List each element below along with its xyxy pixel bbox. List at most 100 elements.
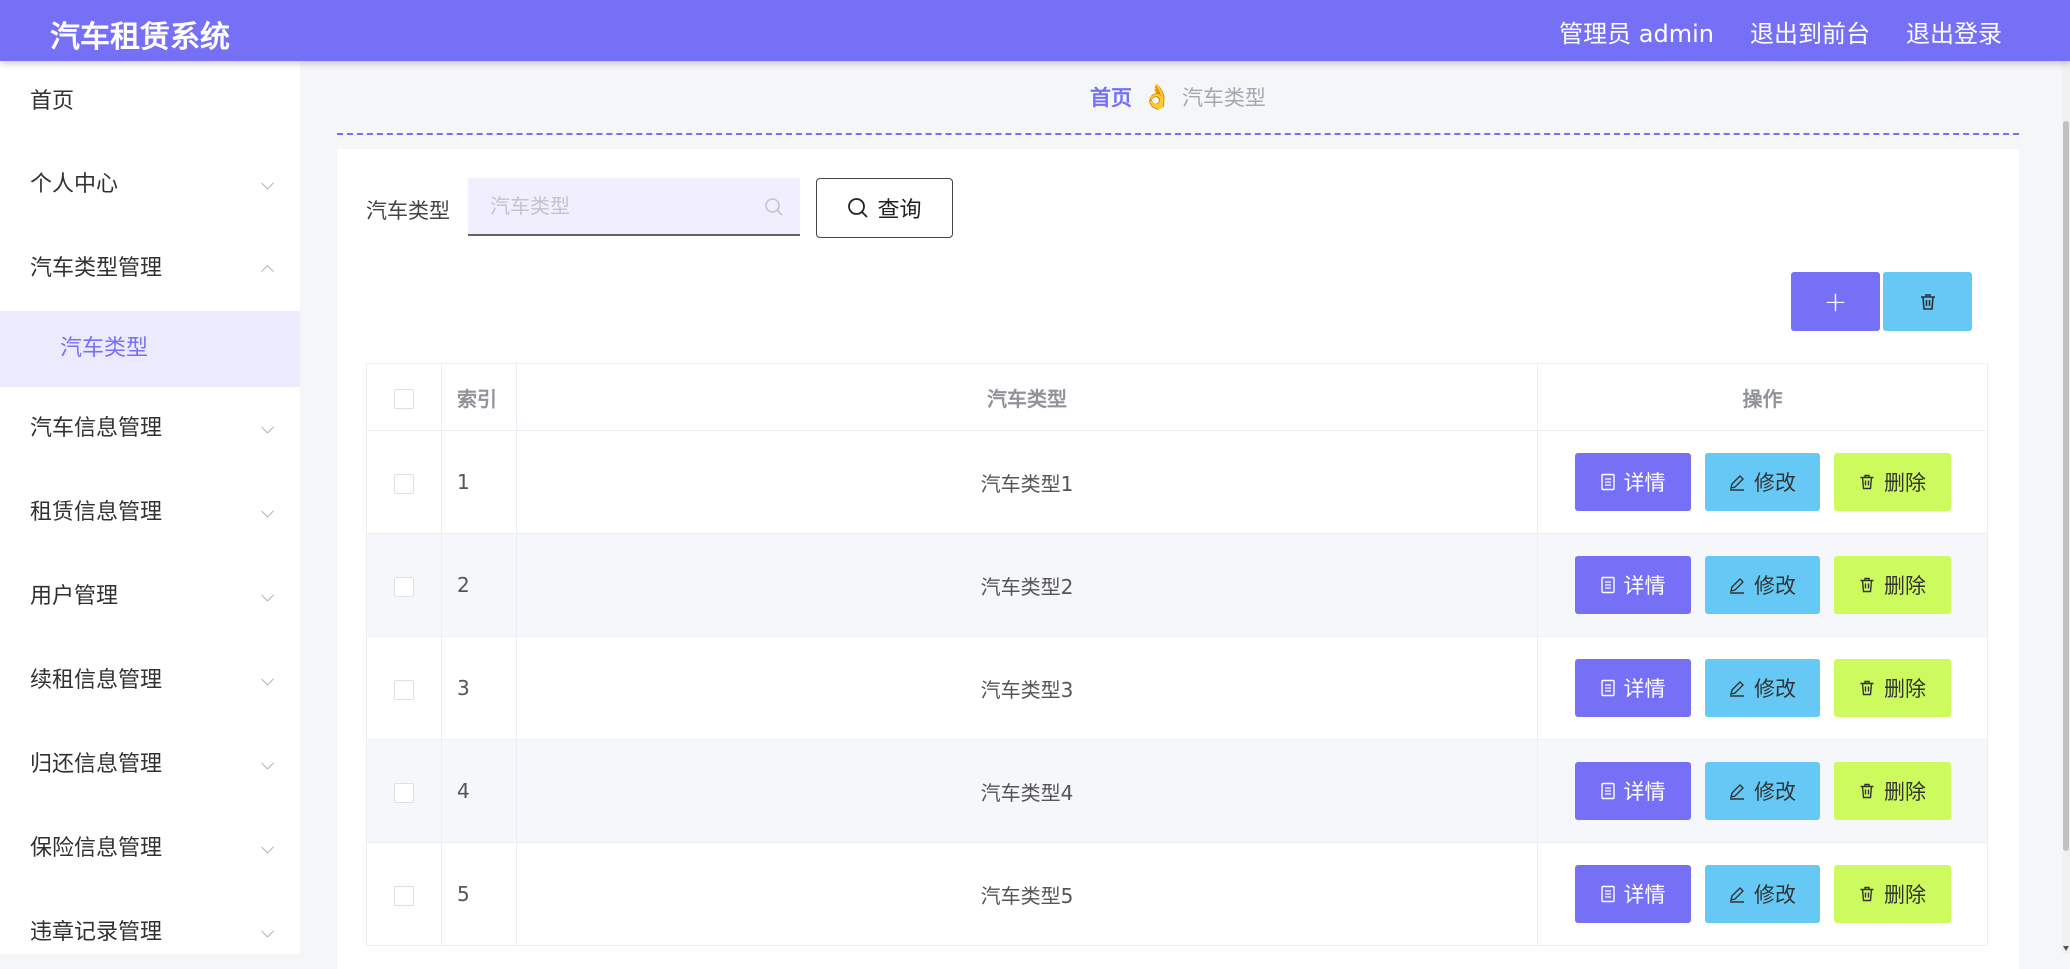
- sidebar-item-rental-info-management[interactable]: 租赁信息管理: [0, 471, 300, 555]
- edit-button-label: 修改: [1754, 471, 1796, 495]
- edit-button[interactable]: 修改: [1704, 453, 1820, 511]
- edit-button-label: 修改: [1754, 574, 1796, 598]
- breadcrumb-home[interactable]: 首页: [1090, 82, 1132, 112]
- delete-button[interactable]: 删除: [1833, 556, 1951, 614]
- row-checkbox[interactable]: [394, 576, 414, 597]
- sidebar-item-home[interactable]: 首页: [0, 61, 300, 143]
- row-operations: 详情 修改 删除: [1537, 430, 1988, 534]
- search-icon: [765, 198, 783, 216]
- row-operations: 详情 修改 删除: [1537, 533, 1988, 637]
- row-index: 2: [441, 533, 517, 637]
- row-checkbox[interactable]: [394, 885, 414, 906]
- sidebar-item-car-info-management[interactable]: 汽车信息管理: [0, 387, 300, 471]
- detail-button[interactable]: 详情: [1574, 865, 1691, 923]
- row-car-type: 汽车类型5: [516, 842, 1538, 946]
- detail-button-label: 详情: [1623, 471, 1666, 495]
- sidebar-item-label: 汽车信息管理: [30, 416, 163, 441]
- chevron-down-icon: [261, 504, 274, 518]
- plus-icon: +: [1823, 284, 1848, 318]
- row-select-cell: [366, 842, 442, 946]
- select-all-checkbox[interactable]: [394, 388, 414, 409]
- edit-button[interactable]: 修改: [1704, 659, 1820, 717]
- document-icon: [1600, 576, 1615, 594]
- ok-hand-icon: 👌: [1142, 83, 1172, 111]
- detail-button-label: 详情: [1623, 883, 1666, 907]
- pen-icon: [1730, 784, 1744, 800]
- row-checkbox[interactable]: [394, 782, 414, 803]
- pen-icon: [1730, 578, 1744, 594]
- row-operations: 详情 修改 删除: [1537, 842, 1988, 946]
- sidebar-item-return-info-management[interactable]: 归还信息管理: [0, 723, 300, 807]
- add-button[interactable]: +: [1791, 272, 1880, 331]
- chevron-down-icon: [261, 588, 274, 602]
- main-content: 首页 👌 汽车类型 汽车类型 查询 +: [300, 61, 2062, 969]
- scrollbar-thumb[interactable]: [2063, 121, 2069, 851]
- edit-button[interactable]: 修改: [1704, 865, 1820, 923]
- sidebar-item-label: 归还信息管理: [30, 752, 163, 777]
- sidebar-item-renewal-info-management[interactable]: 续租信息管理: [0, 639, 300, 723]
- table-row: 1 汽车类型1 详情 修改 删除: [366, 430, 1988, 534]
- delete-button[interactable]: 删除: [1833, 453, 1951, 511]
- sidebar-item-label: 汽车类型管理: [30, 256, 163, 281]
- row-checkbox[interactable]: [394, 473, 414, 494]
- exit-to-front-link[interactable]: 退出到前台: [1750, 14, 1870, 49]
- chevron-down-icon: [261, 420, 274, 434]
- sidebar-item-insurance-info-management[interactable]: 保险信息管理: [0, 807, 300, 891]
- column-header-index: 索引: [441, 363, 517, 431]
- sidebar-item-car-type-management[interactable]: 汽车类型管理: [0, 227, 300, 311]
- detail-button[interactable]: 详情: [1574, 556, 1691, 614]
- batch-delete-button[interactable]: [1883, 272, 1972, 331]
- sidebar: 首页 个人中心 汽车类型管理 汽车类型 汽车信息管理 租赁信息管理 用户管理 续…: [0, 61, 300, 954]
- document-icon: [1600, 679, 1615, 697]
- detail-button[interactable]: 详情: [1574, 453, 1691, 511]
- row-car-type: 汽车类型3: [516, 636, 1538, 740]
- row-select-cell: [366, 739, 442, 843]
- delete-button-label: 删除: [1884, 883, 1926, 907]
- admin-user-link[interactable]: 管理员 admin: [1559, 14, 1714, 49]
- car-type-table: 索引 汽车类型 操作 1 汽车类型1 详情 修改 删除 2 汽车类型2 详情 修改 删除 3 汽车类型…: [366, 363, 1988, 946]
- delete-button[interactable]: 删除: [1833, 762, 1951, 820]
- chevron-down-icon: [261, 176, 274, 190]
- delete-button[interactable]: 删除: [1833, 659, 1951, 717]
- detail-button-label: 详情: [1623, 574, 1666, 598]
- row-index: 4: [441, 739, 517, 843]
- table-row: 5 汽车类型5 详情 修改 删除: [366, 842, 1988, 946]
- logout-link[interactable]: 退出登录: [1906, 14, 2002, 49]
- sidebar-item-label: 用户管理: [30, 584, 119, 609]
- sidebar-item-label: 违章记录管理: [30, 920, 163, 945]
- table-body: 1 汽车类型1 详情 修改 删除 2 汽车类型2 详情 修改 删除 3 汽车类型3 详情 修改 删除 4 汽车类…: [366, 430, 1988, 946]
- select-all-cell: [366, 363, 442, 431]
- row-car-type: 汽车类型1: [516, 430, 1538, 534]
- page-scrollbar[interactable]: [2062, 61, 2070, 954]
- top-navbar: 汽车租赁系统 管理员 admin 退出到前台 退出登录: [0, 0, 2070, 61]
- row-index: 1: [441, 430, 517, 534]
- delete-button-label: 删除: [1884, 677, 1926, 701]
- search-input[interactable]: [468, 178, 752, 234]
- query-button[interactable]: 查询: [816, 178, 953, 238]
- sidebar-item-label: 个人中心: [30, 172, 119, 197]
- trash-icon: [1920, 293, 1935, 310]
- scroll-down-arrow[interactable]: [2063, 946, 2069, 951]
- edit-button[interactable]: 修改: [1704, 556, 1820, 614]
- search-icon: [848, 198, 869, 218]
- chevron-up-icon: [261, 264, 274, 278]
- pen-icon: [1730, 681, 1744, 697]
- chevron-down-icon: [261, 756, 274, 770]
- content-panel: 汽车类型 查询 +: [337, 149, 2019, 969]
- detail-button[interactable]: 详情: [1574, 762, 1691, 820]
- delete-button[interactable]: 删除: [1833, 865, 1951, 923]
- table-row: 2 汽车类型2 详情 修改 删除: [366, 533, 1988, 637]
- sidebar-item-label: 租赁信息管理: [30, 500, 163, 525]
- sidebar-item-violation-record-management[interactable]: 违章记录管理: [0, 891, 300, 954]
- row-operations: 详情 修改 删除: [1537, 636, 1988, 740]
- sidebar-subitem-car-type[interactable]: 汽车类型: [0, 311, 300, 387]
- sidebar-item-personal-center[interactable]: 个人中心: [0, 143, 300, 227]
- chevron-down-icon: [261, 840, 274, 854]
- sidebar-item-user-management[interactable]: 用户管理: [0, 555, 300, 639]
- detail-button[interactable]: 详情: [1574, 659, 1691, 717]
- row-checkbox[interactable]: [394, 679, 414, 700]
- edit-button[interactable]: 修改: [1704, 762, 1820, 820]
- breadcrumb-current: 汽车类型: [1181, 86, 1266, 110]
- trash-icon: [1860, 783, 1874, 799]
- table-header-row: 索引 汽车类型 操作: [366, 363, 1988, 431]
